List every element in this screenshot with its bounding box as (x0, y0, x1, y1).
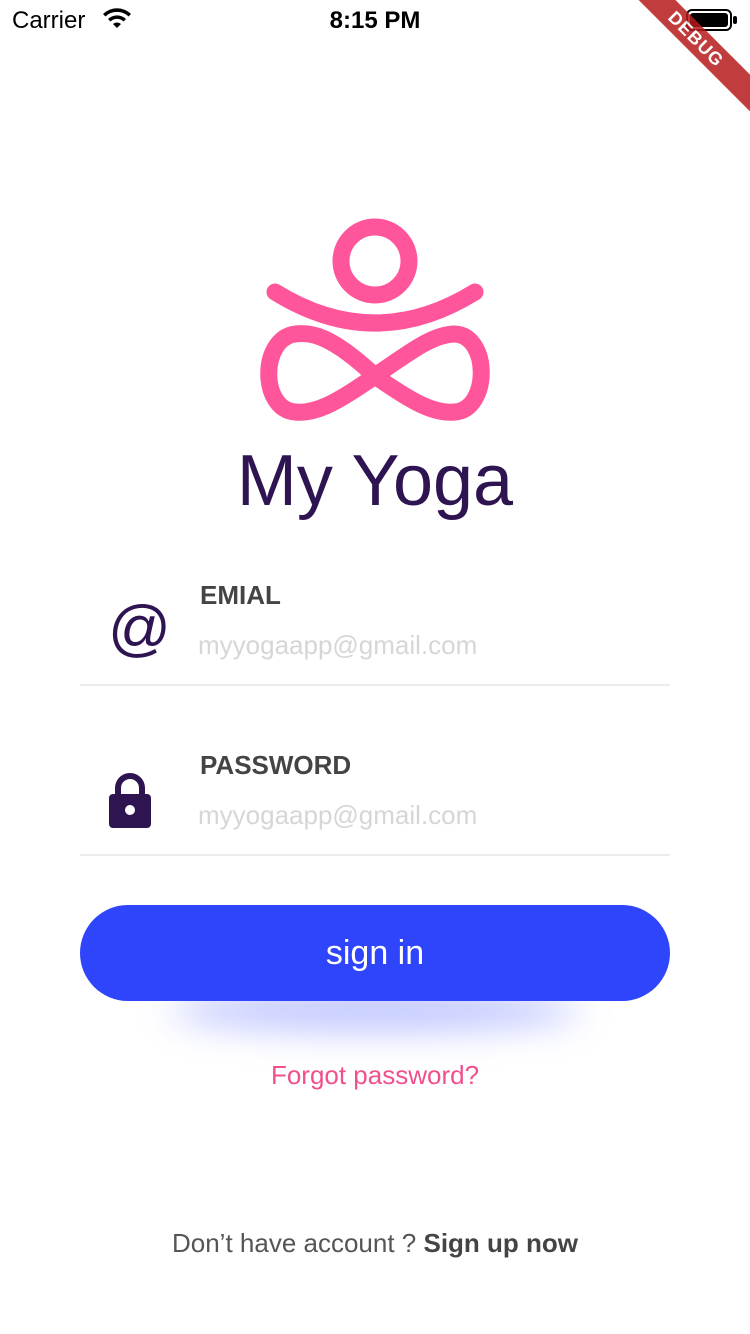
password-input[interactable] (198, 800, 658, 831)
lock-icon (109, 773, 151, 828)
email-label: EMIAL (200, 580, 281, 610)
status-time: 8:15 PM (329, 7, 421, 34)
forgot-password-link[interactable]: Forgot password? (0, 1060, 750, 1091)
signup-link[interactable]: Sign up now (423, 1228, 578, 1258)
status-bar: Carrier 8:15 PM (0, 0, 750, 40)
at-icon: @ (108, 594, 171, 663)
signup-row: Don’t have account ? Sign up now (0, 1228, 750, 1259)
signup-prompt: Don’t have account ? (171, 1228, 424, 1258)
sign-in-button[interactable]: sign in (80, 905, 670, 1001)
app-title: My Yoga (236, 441, 514, 521)
email-field-row: @ EMIAL (80, 564, 670, 686)
yoga-pose-icon (260, 218, 490, 421)
password-field-row: PASSWORD (80, 734, 670, 856)
email-input[interactable] (198, 630, 658, 661)
password-label: PASSWORD (200, 750, 352, 780)
